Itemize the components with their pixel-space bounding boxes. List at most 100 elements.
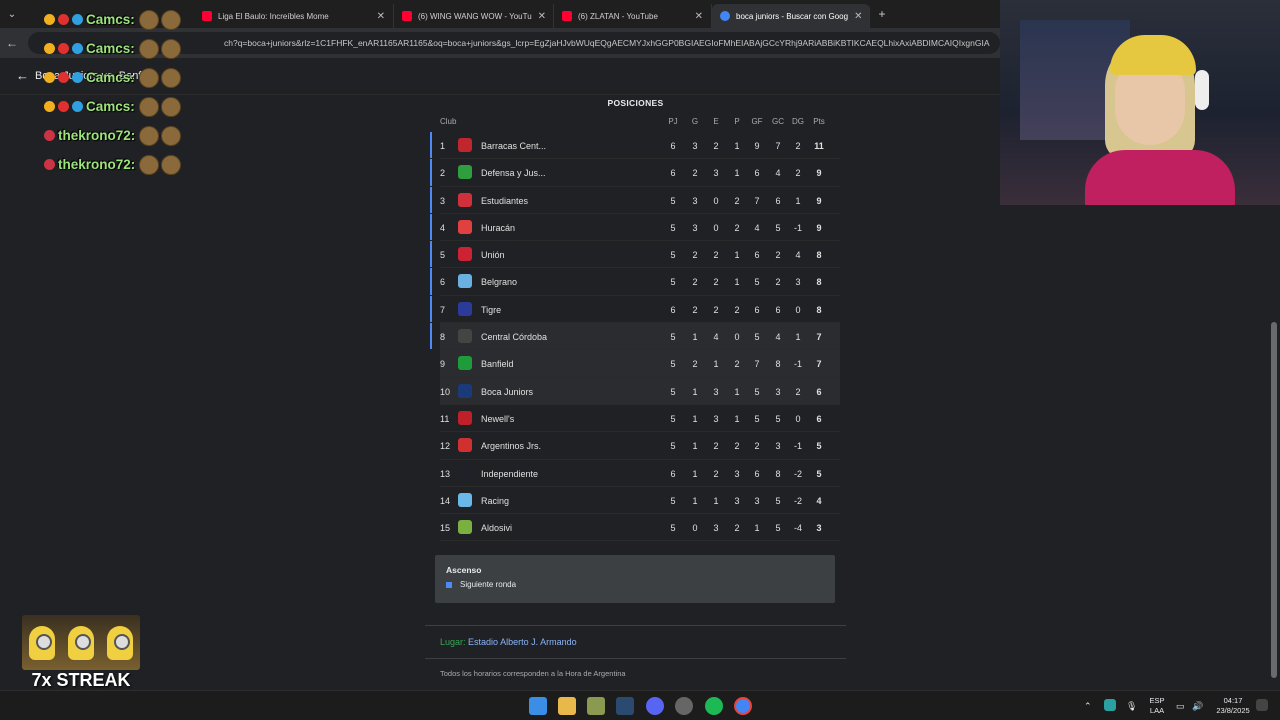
notification-icon[interactable]	[1256, 699, 1268, 711]
club-crest-icon	[458, 301, 472, 316]
new-tab-button[interactable]: +	[870, 7, 894, 21]
chat-username: thekrono72:	[58, 128, 136, 143]
emote-icon	[161, 154, 182, 175]
club-name[interactable]: Aldosivi	[481, 523, 512, 533]
stat-p: 2	[734, 222, 740, 233]
club-name[interactable]: Defensa y Jus...	[481, 168, 546, 178]
start-icon[interactable]	[529, 697, 547, 715]
club-name[interactable]: Banfield	[481, 359, 514, 369]
microphone-icon[interactable]: 🎙	[1126, 691, 1137, 720]
obs-icon[interactable]	[675, 697, 693, 715]
discord-icon[interactable]	[646, 697, 664, 715]
standings-row[interactable]: 10 Boca Juniors 5 1 3 1 5 3 2 6	[440, 377, 840, 405]
chat-badge-icon	[44, 130, 55, 141]
stat-pj: 5	[670, 441, 676, 452]
club-name[interactable]: Independiente	[481, 469, 538, 479]
standings-row[interactable]: 15 Aldosivi 5 0 3 2 1 5 -4 3	[440, 514, 840, 542]
standings-row[interactable]: 11 Newell's 5 1 3 1 5 5 0 6	[440, 405, 840, 433]
stat-g: 2	[692, 168, 698, 179]
standings-row[interactable]: 13 Independiente 6 1 2 3 6 8 -2 5	[440, 460, 840, 487]
close-icon[interactable]: ✕	[848, 11, 862, 22]
standings-row[interactable]: 6 Belgrano 5 2 2 1 5 2 3 8	[430, 268, 840, 296]
stat-p: 0	[734, 332, 740, 343]
club-name[interactable]: Argentinos Jrs.	[481, 441, 541, 451]
legend-box: Ascenso Siguiente ronda	[435, 555, 835, 603]
stat-e: 2	[713, 277, 719, 288]
club-name[interactable]: Barracas Cent...	[481, 141, 546, 151]
standings-row[interactable]: 2 Defensa y Jus... 6 2 3 1 6 4 2 9	[430, 159, 840, 187]
file-explorer-icon[interactable]	[558, 697, 576, 715]
tab-label: Liga El Baulo: Increíbles Mome	[218, 11, 329, 21]
stat-dg: 2	[795, 168, 801, 179]
app-icon[interactable]	[587, 697, 605, 715]
club-name[interactable]: Boca Juniors	[481, 387, 533, 397]
volume-icon[interactable]: 🔊	[1192, 691, 1203, 720]
standings-row[interactable]: 5 Unión 5 2 2 1 6 2 4 8	[430, 241, 840, 269]
club-name[interactable]: Belgrano	[481, 277, 517, 287]
row-rank: 1	[440, 141, 446, 151]
club-name[interactable]: Tigre	[481, 305, 501, 315]
standings-row[interactable]: 1 Barracas Cent... 6 3 2 1 9 7 2 11	[430, 132, 840, 160]
standings-row[interactable]: 3 Estudiantes 5 3 0 2 7 6 1 9	[430, 186, 840, 214]
youtube-icon	[402, 11, 412, 21]
club-name[interactable]: Huracán	[481, 223, 515, 233]
stat-e: 2	[713, 304, 719, 315]
scrollbar-thumb[interactable]	[1271, 322, 1277, 678]
club-name[interactable]: Estudiantes	[481, 196, 528, 206]
close-icon[interactable]: ✕	[371, 11, 385, 22]
standings-row[interactable]: 14 Racing 5 1 1 3 3 5 -2 4	[440, 487, 840, 515]
network-icon[interactable]: ▭	[1176, 691, 1185, 720]
club-name[interactable]: Central Córdoba	[481, 332, 547, 342]
standings-row[interactable]: 12 Argentinos Jrs. 5 1 2 2 2 3 -1 5	[440, 432, 840, 460]
club-crest-icon	[458, 247, 472, 262]
page-scrollbar[interactable]	[1268, 205, 1280, 685]
venue-link[interactable]: Estadio Alberto J. Armando	[468, 637, 577, 647]
close-icon[interactable]: ✕	[689, 11, 703, 22]
chat-username: thekrono72:	[58, 157, 136, 172]
stat-pts: 7	[816, 332, 822, 343]
tray-app-icon[interactable]	[1104, 699, 1116, 711]
standings-row[interactable]: 7 Tigre 6 2 2 2 6 6 0 8	[430, 295, 840, 324]
row-rank: 2	[440, 168, 446, 179]
stat-p: 1	[734, 277, 740, 288]
language-indicator[interactable]: ESP LAA	[1146, 696, 1168, 716]
close-icon[interactable]: ✕	[532, 11, 546, 22]
tab-boca-juniors-search[interactable]: boca juniors - Buscar con Goog ✕	[712, 4, 870, 28]
row-rank: 8	[440, 332, 446, 343]
stat-pj: 5	[670, 523, 676, 534]
club-crest-icon	[458, 356, 472, 371]
steam-icon[interactable]	[616, 697, 634, 715]
chat-badge-icon	[72, 101, 83, 112]
stat-e: 0	[713, 195, 719, 206]
row-rank: 7	[440, 304, 446, 315]
back-arrow-icon[interactable]: ←	[16, 68, 29, 83]
club-name[interactable]: Newell's	[481, 414, 514, 424]
spotify-icon[interactable]	[705, 697, 723, 715]
tab-liga-el-baulo[interactable]: Liga El Baulo: Increíbles Mome ✕	[194, 4, 394, 28]
stat-e: 3	[713, 413, 719, 424]
emote-icon	[138, 38, 159, 59]
tab-search-icon[interactable]: ⌄	[0, 0, 24, 28]
standings-row[interactable]: 4 Huracán 5 3 0 2 4 5 -1 9	[430, 213, 840, 242]
standings-row[interactable]: 9 Banfield 5 2 1 2 7 8 -1 7	[440, 350, 840, 378]
tab-zlatan[interactable]: (6) ZLATAN - YouTube ✕	[554, 4, 712, 28]
divider	[425, 625, 846, 626]
club-name[interactable]: Unión	[481, 250, 505, 260]
header-p: P	[734, 117, 740, 126]
club-crest-icon	[458, 410, 472, 425]
chrome-icon[interactable]	[734, 697, 752, 715]
tab-wing-wang-wow[interactable]: (6) WING WANG WOW - YouTu ✕	[394, 4, 554, 28]
stat-p: 2	[734, 359, 740, 370]
standings-row[interactable]: 8 Central Córdoba 5 1 4 0 5 4 1 7	[430, 323, 840, 351]
legend-swatch	[446, 581, 452, 588]
streak-text: 7x STREAK	[31, 670, 131, 690]
stat-g: 3	[692, 141, 698, 151]
club-name[interactable]: Racing	[481, 496, 509, 506]
stat-dg: 1	[795, 195, 801, 206]
tray-chevron-icon[interactable]: ⌃	[1084, 691, 1092, 720]
back-arrow-icon[interactable]: ←	[0, 36, 24, 50]
club-crest-icon	[458, 438, 472, 453]
clock[interactable]: 04:17 23/8/2025	[1210, 696, 1256, 716]
stat-pts: 8	[816, 277, 822, 288]
stat-p: 1	[734, 250, 740, 261]
